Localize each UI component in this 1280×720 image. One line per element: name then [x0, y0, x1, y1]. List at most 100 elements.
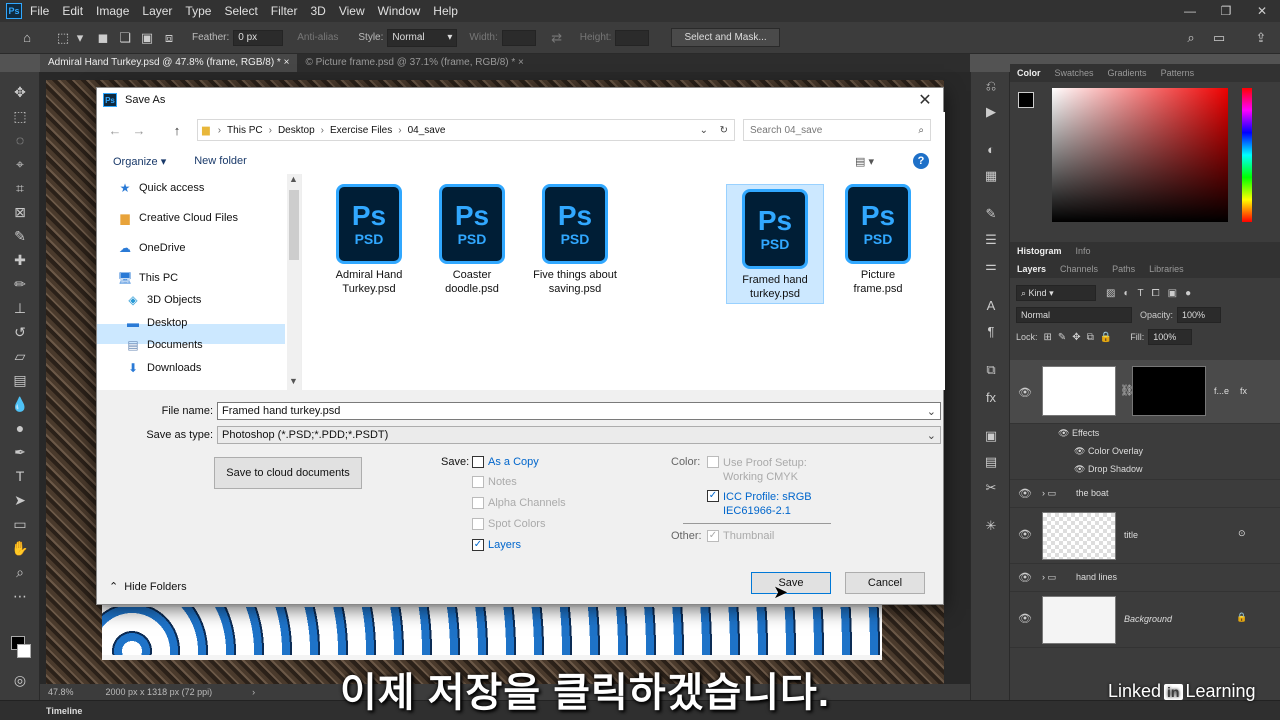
add-selection-icon[interactable]: ❏	[114, 30, 136, 46]
lock-all-icon[interactable]: 🔒	[1100, 332, 1112, 343]
forward-arrow-icon[interactable]: →	[127, 123, 151, 138]
sliders-icon[interactable]: ⚌	[982, 258, 1000, 276]
chevron-right-icon[interactable]: ›	[252, 687, 255, 697]
nav-scrollbar[interactable]: ▲ ▼	[287, 174, 301, 390]
lasso-icon[interactable]: ◌	[11, 132, 29, 150]
tab-picture-frame[interactable]: © Picture frame.psd @ 37.1% (frame, RGB/…	[297, 54, 532, 72]
chevron-down-icon[interactable]: ⌄	[927, 405, 936, 418]
layer-title[interactable]: 👁 title ⊙	[1010, 508, 1280, 564]
brush-settings-icon[interactable]: ✎	[982, 206, 1000, 224]
file-item-five-things-about-saving[interactable]: Ps PSD Five things about saving.psd	[526, 180, 624, 300]
smart-filter-icon[interactable]: ⊙	[1238, 528, 1246, 539]
fx-icon[interactable]: fx	[1240, 386, 1247, 396]
layer-mask-thumbnail[interactable]	[1132, 366, 1206, 416]
nav-downloads[interactable]: ⬇ Downloads	[125, 358, 201, 378]
smart-object-filter-icon[interactable]: ▣	[1168, 288, 1177, 299]
close-icon[interactable]: ×	[284, 57, 290, 68]
folder-icon[interactable]: › ▭	[1042, 488, 1056, 499]
actions-icon[interactable]: ▶	[982, 104, 1000, 122]
chevron-down-icon[interactable]: ▾	[74, 30, 86, 46]
close-icon[interactable]: ×	[518, 57, 524, 68]
shape-filter-icon[interactable]: ⧠	[1152, 288, 1160, 299]
home-icon[interactable]: ⌂	[16, 30, 38, 45]
nav-quick-access[interactable]: ★ Quick access	[117, 178, 205, 198]
fx-icon[interactable]: fx	[982, 390, 1000, 408]
menu-image[interactable]: Image	[96, 4, 129, 18]
cancel-button[interactable]: Cancel	[845, 572, 925, 594]
layer-frame[interactable]: 👁 ⛓ f...e fx	[1010, 360, 1280, 424]
quick-mask-icon[interactable]: ◎	[11, 672, 29, 690]
background-color-swatch[interactable]	[17, 644, 31, 658]
alpha-channels-checkbox[interactable]: Alpha Channels	[472, 497, 566, 509]
lock-transparent-icon[interactable]: ⊞	[1044, 332, 1052, 343]
file-item-picture-frame[interactable]: Ps PSD Picture frame.psd	[829, 180, 927, 300]
file-item-framed-hand-turkey[interactable]: Ps PSD Framed hand turkey.psd	[726, 184, 824, 304]
menu-filter[interactable]: Filter	[271, 4, 298, 18]
scroll-up-icon[interactable]: ▲	[289, 174, 298, 184]
menu-layer[interactable]: Layer	[142, 4, 172, 18]
eraser-icon[interactable]: ▱	[11, 348, 29, 366]
nav-creative-cloud-files[interactable]: ▆ Creative Cloud Files	[117, 208, 238, 228]
rectangular-marquee-icon[interactable]: ⬚	[11, 108, 29, 126]
hand-tool-icon[interactable]: ✋	[11, 540, 29, 558]
minimize-icon[interactable]: —	[1172, 4, 1208, 18]
scroll-thumb[interactable]	[289, 190, 299, 260]
adjustment-filter-icon[interactable]: ◐	[1123, 288, 1129, 299]
save-button[interactable]: Save	[751, 572, 831, 594]
checkbox-box[interactable]	[707, 456, 719, 468]
adjustments-icon[interactable]: ◐	[982, 142, 1000, 160]
hide-folders-button[interactable]: ⌃ Hide Folders	[109, 580, 187, 594]
as-a-copy-checkbox[interactable]: As a Copy	[472, 456, 539, 468]
menu-3d[interactable]: 3D	[310, 4, 325, 18]
eye-icon[interactable]: 👁	[1018, 386, 1032, 399]
styles-icon[interactable]: ▦	[982, 168, 1000, 186]
scroll-down-icon[interactable]: ▼	[289, 376, 298, 386]
menu-help[interactable]: Help	[433, 4, 458, 18]
notes-icon[interactable]: ▤	[982, 454, 1000, 472]
view-options-icon[interactable]: ▤ ▾	[855, 155, 874, 168]
nav-onedrive[interactable]: ☁ OneDrive	[117, 238, 185, 258]
breadcrumb-this-pc[interactable]: This PC	[227, 125, 263, 136]
character-icon[interactable]: A	[982, 298, 1000, 316]
menu-edit[interactable]: Edit	[62, 4, 83, 18]
width-input[interactable]	[501, 29, 536, 46]
menu-window[interactable]: Window	[378, 4, 421, 18]
effects-label[interactable]: 👁 Effects	[1058, 428, 1099, 439]
notes-checkbox[interactable]: Notes	[472, 476, 517, 488]
new-selection-icon[interactable]: ◼	[92, 30, 114, 46]
zoom-tool-icon[interactable]: ⌕	[11, 564, 29, 582]
menu-file[interactable]: File	[30, 4, 49, 18]
zoom-level[interactable]: 47.8%	[48, 687, 74, 697]
eye-icon[interactable]: 👁	[1018, 571, 1032, 584]
folder-icon[interactable]: › ▭	[1042, 572, 1056, 583]
frame-tool-icon[interactable]: ⊠	[11, 204, 29, 222]
checkmark-icon[interactable]: ✓	[707, 490, 719, 502]
swap-icon[interactable]: ⇄	[546, 30, 568, 46]
menu-view[interactable]: View	[339, 4, 365, 18]
blur-icon[interactable]: 💧	[11, 396, 29, 414]
history-brush-icon[interactable]: ↺	[11, 324, 29, 342]
tab-swatches[interactable]: Swatches	[1048, 68, 1101, 78]
dodge-icon[interactable]: ●	[11, 420, 29, 438]
layer-hand-lines[interactable]: 👁 › ▭ hand lines	[1010, 564, 1280, 592]
tab-histogram[interactable]: Histogram	[1010, 246, 1069, 256]
subtract-selection-icon[interactable]: ▣	[136, 30, 158, 46]
icc-profile-checkbox[interactable]: ✓ ICC Profile: sRGB IEC61966-2.1	[707, 490, 812, 518]
crop-icon[interactable]: ⌗	[11, 180, 29, 198]
tools-icon[interactable]: ✂	[982, 480, 1000, 498]
breadcrumb-desktop[interactable]: Desktop	[278, 125, 315, 136]
nav-desktop[interactable]: ▬ Desktop	[125, 313, 187, 333]
search-icon[interactable]: ⌕	[1180, 30, 1202, 46]
select-and-mask-button[interactable]: Select and Mask...	[671, 28, 780, 47]
filter-toggle-icon[interactable]: ●	[1185, 288, 1191, 299]
lock-pixels-icon[interactable]: ✎	[1058, 332, 1066, 343]
file-name-input[interactable]: Framed hand turkey.psd ⌄	[217, 402, 941, 420]
hue-slider[interactable]	[1242, 88, 1252, 222]
lock-artboard-icon[interactable]: ⧉	[1087, 332, 1094, 343]
image-filter-icon[interactable]: ▨	[1106, 288, 1115, 299]
close-icon[interactable]: ✕	[915, 90, 935, 110]
workspace-icon[interactable]: ▭	[1208, 30, 1230, 46]
nav-3d-objects[interactable]: ◈ 3D Objects	[125, 290, 201, 310]
eye-icon[interactable]: 👁	[1018, 528, 1032, 541]
tab-paths[interactable]: Paths	[1105, 264, 1142, 274]
